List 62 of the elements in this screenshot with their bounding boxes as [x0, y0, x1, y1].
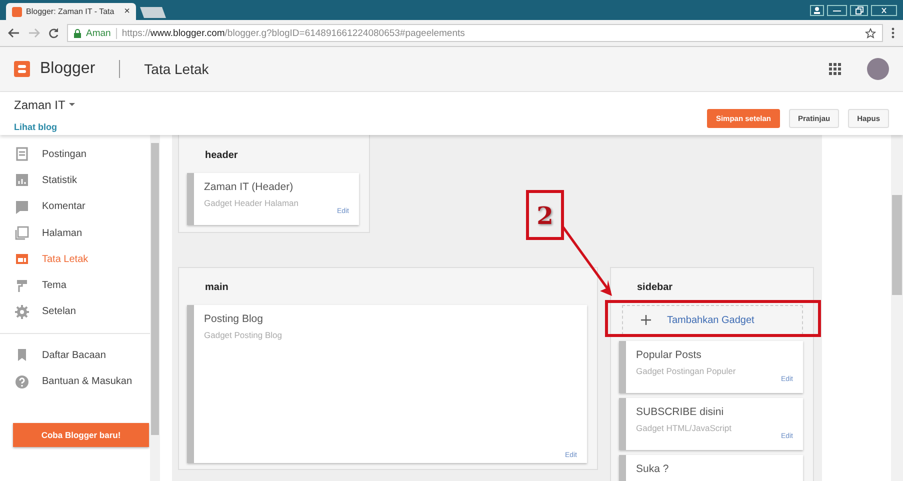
- nav-item[interactable]: Setelan: [0, 298, 150, 326]
- address-bar[interactable]: Aman https://www.blogger.com/blogger.g?blogID=614891661224080653#pageelements: [67, 24, 883, 42]
- drag-handle[interactable]: [187, 173, 194, 225]
- secure-label: Aman: [86, 28, 111, 38]
- drag-handle[interactable]: [619, 398, 626, 450]
- browser-tab[interactable]: Blogger: Zaman IT - Tata ×: [6, 3, 136, 20]
- page-title: Tata Letak: [144, 61, 209, 77]
- help-icon: [14, 374, 30, 390]
- gadget-title: Posting Blog: [204, 313, 264, 325]
- nav-item[interactable]: Halaman: [0, 220, 150, 246]
- section-title: main: [204, 282, 230, 293]
- document-icon: [14, 146, 30, 162]
- gadget-card[interactable]: Suka ?: [619, 455, 803, 481]
- gadget-title: Zaman IT (Header): [204, 181, 294, 193]
- gadget-title: Popular Posts: [636, 349, 702, 361]
- gadget-type: Gadget Postingan Populer: [636, 366, 737, 376]
- tab-close-button[interactable]: ×: [124, 6, 130, 17]
- pages-icon: [14, 225, 30, 242]
- view-blog-link[interactable]: Lihat blog: [14, 122, 76, 132]
- url-text: https://www.blogger.com/blogger.g?blogID=614891661224080653#pageelements: [122, 28, 465, 38]
- brand-name: Blogger: [40, 60, 96, 78]
- dropdown-caret-icon: [69, 103, 76, 107]
- close-icon[interactable]: [871, 5, 897, 16]
- drag-handle[interactable]: [619, 341, 626, 393]
- gadget-type: Gadget Posting Blog: [204, 330, 283, 340]
- blogger-logo-icon: [14, 61, 30, 77]
- drag-handle[interactable]: [187, 305, 194, 463]
- reload-icon[interactable]: [48, 28, 59, 38]
- section-title: header: [204, 150, 239, 161]
- plus-icon: [641, 315, 651, 325]
- scrollbar[interactable]: [150, 135, 160, 481]
- tab-title: Blogger: Zaman IT - Tata: [26, 7, 114, 16]
- step-number: 2: [526, 190, 564, 240]
- paint-roller-icon: [14, 278, 30, 294]
- nav-item[interactable]: Bantuan & Masukan: [0, 368, 150, 395]
- lock-icon: [74, 28, 81, 38]
- apps-grid-icon[interactable]: [829, 63, 841, 75]
- nav-item[interactable]: Tema: [0, 272, 150, 299]
- gadget-title: SUBSCRIBE disini: [636, 406, 725, 418]
- minimize-icon[interactable]: [827, 5, 847, 16]
- restore-icon[interactable]: [850, 5, 868, 16]
- star-icon[interactable]: [865, 28, 876, 38]
- menu-icon[interactable]: [891, 27, 895, 39]
- bar-chart-icon: [14, 172, 30, 188]
- gadget-type: Gadget Header Halaman: [204, 198, 300, 208]
- new-tab-button[interactable]: [140, 7, 166, 18]
- nav-item[interactable]: Postingan: [0, 141, 150, 168]
- profile-icon[interactable]: [810, 5, 824, 16]
- speech-bubble-icon: [14, 198, 30, 215]
- gadget-title: Suka ?: [636, 463, 670, 475]
- nav-item[interactable]: Daftar Bacaan: [0, 342, 150, 368]
- back-icon[interactable]: [8, 28, 20, 38]
- blog-selector[interactable]: Zaman IT: [14, 98, 76, 112]
- scrollbar[interactable]: [891, 135, 903, 481]
- gadget-type: Gadget HTML/JavaScript: [636, 423, 732, 433]
- blogger-favicon-icon: [12, 6, 22, 16]
- gear-icon: [14, 304, 30, 320]
- nav-item[interactable]: Komentar: [0, 194, 150, 220]
- nav-item[interactable]: Statistik: [0, 167, 150, 194]
- section-title: sidebar: [636, 282, 674, 293]
- add-gadget-link[interactable]: Tambahkan Gadget: [622, 305, 803, 335]
- avatar[interactable]: [867, 58, 889, 80]
